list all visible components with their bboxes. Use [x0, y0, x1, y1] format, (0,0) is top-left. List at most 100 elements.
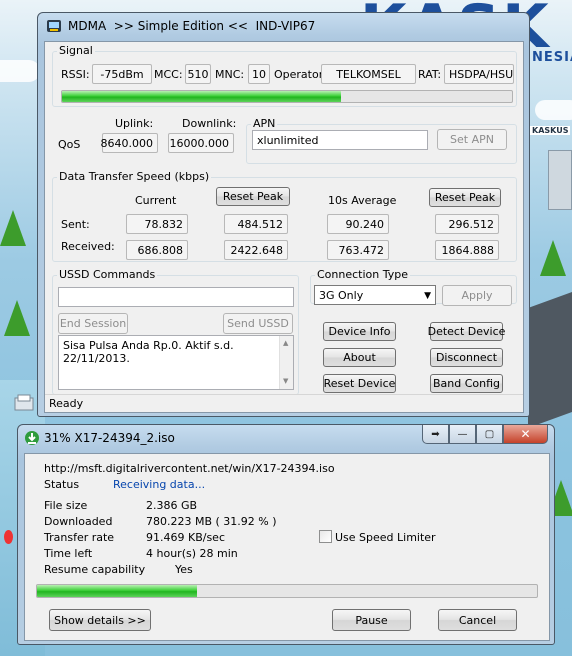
connection-group-label: Connection Type: [315, 268, 411, 281]
download-url: http://msft.digitalrivercontent.net/win/…: [44, 462, 335, 475]
reset-peak-current-button[interactable]: Reset Peak: [216, 187, 290, 206]
download-window: 31% X17-24394_2.iso ➡ — ▢ ✕ http://msft.…: [17, 424, 555, 645]
status-text: Ready: [49, 397, 84, 410]
transfer-rate-value: 91.469 KB/sec: [146, 531, 225, 544]
cloud-decoration: [0, 60, 40, 82]
balloon-decoration: [4, 530, 13, 544]
connection-type-select[interactable]: 3G Only ▼: [314, 285, 436, 305]
signal-strength-fill: [62, 91, 341, 102]
rssi-value: -75dBm: [92, 64, 152, 84]
mdma-status-bar: Ready: [45, 394, 523, 412]
signal-strength-bar: [61, 90, 513, 103]
downlink-value: 16000.000: [168, 133, 234, 153]
window-controls: ➡ — ▢ ✕: [422, 425, 548, 444]
mdma-client: Signal RSSI: -75dBm MCC: 510 MNC: 10 Ope…: [44, 41, 524, 413]
sent-label: Sent:: [61, 218, 90, 231]
rat-label: RAT:: [418, 68, 442, 81]
mnc-value: 10: [248, 64, 270, 84]
time-left-label: Time left: [44, 547, 93, 560]
close-icon[interactable]: ✕: [503, 425, 548, 444]
received-label: Received:: [61, 240, 115, 253]
apn-input[interactable]: xlunlimited: [252, 130, 428, 150]
connection-type-value: 3G Only: [319, 288, 364, 302]
ussd-input[interactable]: [58, 287, 294, 307]
cancel-button[interactable]: Cancel: [438, 609, 517, 631]
uplink-value: 8640.000: [101, 133, 158, 153]
mcc-value: 510: [185, 64, 211, 84]
app-icon: [47, 20, 61, 32]
current-label: Current: [135, 194, 177, 207]
file-size-value: 2.386 GB: [146, 499, 198, 512]
maximize-icon[interactable]: ▢: [476, 425, 503, 444]
ussd-response: Sisa Pulsa Anda Rp.0. Aktif s.d. 22/11/2…: [58, 335, 294, 390]
file-size-label: File size: [44, 499, 88, 512]
download-progress-bar: [36, 584, 538, 598]
end-session-button[interactable]: End Session: [58, 313, 128, 334]
about-button[interactable]: About: [323, 348, 396, 367]
building-decoration: [548, 150, 572, 210]
building-decoration: [528, 291, 572, 429]
restore-icon[interactable]: ➡: [422, 425, 449, 444]
rat-value: HSDPA/HSUPA: [444, 64, 514, 84]
status-label: Status: [44, 478, 80, 491]
pause-button[interactable]: Pause: [332, 609, 411, 631]
mdma-title: MDMA >> Simple Edition << IND-VIP67: [68, 19, 316, 33]
received-peak-value: 2422.648: [224, 240, 288, 260]
desktop-caption: KASKUS: [530, 126, 571, 135]
scroll-down-icon[interactable]: ▼: [283, 375, 288, 388]
download-client: http://msft.digitalrivercontent.net/win/…: [24, 453, 550, 641]
mdma-titlebar[interactable]: MDMA >> Simple Edition << IND-VIP67: [38, 13, 529, 39]
detect-device-button[interactable]: Detect Device: [428, 322, 505, 341]
sent-peak-value: 484.512: [224, 214, 288, 234]
cloud-decoration: [535, 100, 572, 120]
tree-decoration: [0, 210, 26, 246]
received-average-peak-value: 1864.888: [435, 240, 499, 260]
sent-current-value: 78.832: [126, 214, 188, 234]
ussd-response-text: Sisa Pulsa Anda Rp.0. Aktif s.d. 22/11/2…: [63, 339, 234, 365]
qos-label: QoS: [58, 138, 81, 151]
set-apn-button[interactable]: Set APN: [437, 129, 507, 150]
transfer-rate-label: Transfer rate: [44, 531, 115, 544]
speed-limiter-label: Use Speed Limiter: [335, 531, 436, 544]
signal-group-label: Signal: [57, 44, 95, 57]
downloaded-value: 780.223 MB ( 31.92 % ): [146, 515, 277, 528]
send-ussd-button[interactable]: Send USSD: [223, 313, 293, 334]
ussd-scrollbar[interactable]: ▲ ▼: [279, 336, 293, 389]
desktop-shortcut-icon[interactable]: [13, 392, 35, 414]
operator-value: TELKOMSEL: [321, 64, 416, 84]
received-current-value: 686.808: [126, 240, 188, 260]
apply-button[interactable]: Apply: [442, 285, 512, 306]
scroll-up-icon[interactable]: ▲: [283, 337, 288, 350]
disconnect-button[interactable]: Disconnect: [430, 348, 503, 367]
sent-average-value: 90.240: [327, 214, 389, 234]
download-title: 31% X17-24394_2.iso: [44, 431, 175, 445]
show-details-button[interactable]: Show details >>: [49, 609, 151, 631]
brand-tagline: NESIA: [532, 50, 572, 65]
downloaded-label: Downloaded: [44, 515, 113, 528]
download-progress-fill: [37, 585, 197, 597]
tree-decoration: [4, 300, 30, 336]
device-info-button[interactable]: Device Info: [323, 322, 396, 341]
status-value: Receiving data...: [113, 478, 206, 491]
mnc-label: MNC:: [215, 68, 245, 81]
reset-peak-average-button[interactable]: Reset Peak: [429, 188, 501, 207]
received-average-value: 763.472: [327, 240, 389, 260]
mdma-window: MDMA >> Simple Edition << IND-VIP67 Sign…: [37, 12, 530, 417]
transfer-group-label: Data Transfer Speed (kbps): [57, 170, 212, 183]
chevron-down-icon: ▼: [424, 291, 431, 301]
time-left-value: 4 hour(s) 28 min: [146, 547, 238, 560]
ussd-group-label: USSD Commands: [57, 268, 158, 281]
downlink-label: Downlink:: [182, 117, 237, 130]
average-label: 10s Average: [328, 194, 397, 207]
minimize-icon[interactable]: —: [449, 425, 476, 444]
speed-limiter-checkbox[interactable]: [319, 530, 332, 543]
apn-group-label: APN: [251, 117, 278, 130]
band-config-button[interactable]: Band Config: [430, 374, 503, 393]
download-titlebar[interactable]: 31% X17-24394_2.iso ➡ — ▢ ✕: [18, 425, 554, 451]
rssi-label: RSSI:: [61, 68, 90, 81]
sent-average-peak-value: 296.512: [435, 214, 499, 234]
operator-label: Operator:: [274, 68, 327, 81]
download-app-icon: [25, 431, 39, 445]
reset-device-button[interactable]: Reset Device: [323, 374, 396, 393]
mcc-label: MCC:: [154, 68, 183, 81]
